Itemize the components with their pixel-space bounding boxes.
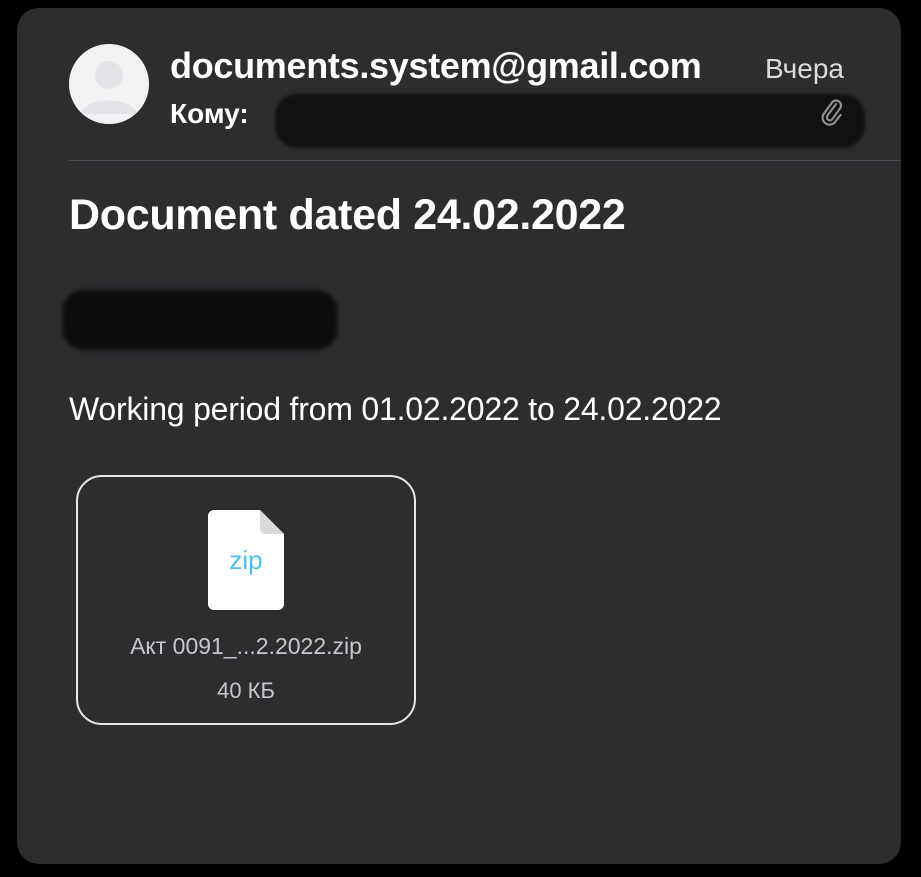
email-card: documents.system@gmail.com Кому: Вчера D… xyxy=(17,8,901,864)
header-divider xyxy=(69,160,901,161)
email-subject: Document dated 24.02.2022 xyxy=(69,191,626,239)
attachment-file-name: Акт 0091_...2.2022.zip xyxy=(130,633,362,659)
redacted-greeting xyxy=(63,290,337,350)
to-label: Кому: xyxy=(170,98,249,129)
file-extension-label: zip xyxy=(229,545,263,575)
message-date: Вчера xyxy=(764,53,844,84)
redacted-recipient xyxy=(275,94,865,148)
sender-avatar-icon[interactable] xyxy=(69,44,149,124)
sender-address[interactable]: documents.system@gmail.com xyxy=(170,45,702,87)
recipient-row: Кому: xyxy=(170,92,865,148)
attachment-file-size: 40 КБ xyxy=(217,678,275,703)
attachment-tile[interactable]: zip Акт 0091_...2.2022.zip 40 КБ xyxy=(76,475,416,725)
email-body-text: Working period from 01.02.2022 to 24.02.… xyxy=(69,391,722,427)
paperclip-icon xyxy=(821,99,843,126)
